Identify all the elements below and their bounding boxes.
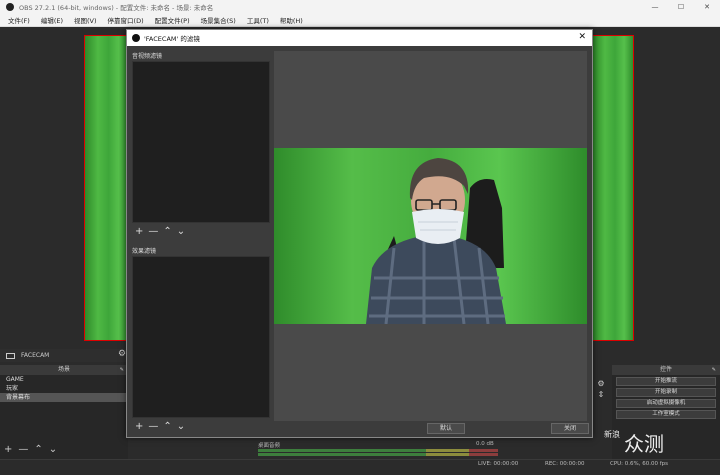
effect-filters-list[interactable] bbox=[132, 256, 270, 418]
scenes-toolbar: + — ⌃ ⌄ bbox=[4, 445, 57, 455]
obs-title-bar: OBS 27.2.1 (64-bit, windows) - 配置文件: 未命名… bbox=[0, 0, 720, 14]
move-scene-down-button[interactable]: ⌄ bbox=[49, 445, 57, 455]
effect-filters-toolbar: + — ⌃ ⌄ bbox=[135, 422, 185, 432]
menu-tools[interactable]: 工具(T) bbox=[247, 15, 269, 25]
minimize-icon[interactable]: — bbox=[642, 0, 668, 14]
av-filters-toolbar: + — ⌃ ⌄ bbox=[135, 227, 185, 237]
volume-meter-left bbox=[258, 449, 498, 452]
obs-logo-icon bbox=[6, 3, 14, 11]
move-filter-up-button[interactable]: ⌃ bbox=[163, 227, 171, 237]
menu-file[interactable]: 文件(F) bbox=[8, 15, 30, 25]
close-icon[interactable]: ✕ bbox=[694, 0, 720, 14]
menu-docks[interactable]: 停靠窗口(D) bbox=[108, 15, 144, 25]
menu-scene-collection[interactable]: 场景集合(S) bbox=[201, 15, 236, 25]
window-controls: — ☐ ✕ bbox=[642, 0, 720, 14]
gear-icon[interactable]: ⚙ bbox=[118, 349, 126, 359]
maximize-icon[interactable]: ☐ bbox=[668, 0, 694, 14]
window-title: OBS 27.2.1 (64-bit, windows) - 配置文件: 未命名… bbox=[19, 4, 214, 12]
watermark-logo: 新浪 bbox=[604, 430, 620, 439]
start-virtual-camera-button[interactable]: 启动虚拟摄像机 bbox=[616, 399, 716, 408]
filters-dialog: 'FACECAM' 的滤镜 ✕ 音视频滤镜 + — ⌃ ⌄ 效果滤镜 + — ⌃… bbox=[126, 29, 593, 438]
add-effect-button[interactable]: + bbox=[135, 422, 143, 432]
close-icon[interactable]: ✕ bbox=[578, 32, 586, 42]
camera-icon bbox=[6, 352, 15, 359]
watermark-text: 众测 bbox=[624, 432, 664, 456]
dialog-title-bar: 'FACECAM' 的滤镜 bbox=[127, 30, 592, 46]
move-scene-up-button[interactable]: ⌃ bbox=[34, 445, 42, 455]
scene-item-game[interactable]: GAME bbox=[0, 375, 128, 384]
add-filter-button[interactable]: + bbox=[135, 227, 143, 237]
transition-controls: ⚙ ⇕ bbox=[594, 378, 608, 400]
rec-timer: REC: 00:00:00 bbox=[545, 461, 585, 467]
close-button[interactable]: 关闭 bbox=[551, 423, 589, 434]
source-properties-bar: FACECAM bbox=[0, 349, 128, 362]
remove-scene-button[interactable]: — bbox=[18, 445, 28, 455]
gear-icon[interactable]: ⚙ bbox=[594, 378, 608, 389]
volume-meter-right bbox=[258, 453, 498, 456]
controls-header: 控件 ✎ bbox=[612, 365, 720, 375]
menu-view[interactable]: 视图(V) bbox=[74, 15, 97, 25]
mixer-channel-label: 桌面音频 bbox=[258, 443, 281, 449]
move-filter-down-button[interactable]: ⌄ bbox=[177, 227, 185, 237]
move-effect-up-button[interactable]: ⌃ bbox=[163, 422, 171, 432]
menu-profile[interactable]: 配置文件(P) bbox=[155, 15, 190, 25]
remove-filter-button[interactable]: — bbox=[148, 227, 158, 237]
facecam-preview bbox=[274, 148, 587, 324]
obs-logo-icon bbox=[132, 34, 140, 42]
mixer-db-value: 0.0 dB bbox=[476, 441, 494, 447]
dock-float-icon[interactable]: ✎ bbox=[120, 365, 124, 375]
dock-float-icon[interactable]: ✎ bbox=[712, 365, 716, 375]
scene-item-backdrop[interactable]: 背景幕布 bbox=[0, 393, 128, 402]
spinner-icon[interactable]: ⇕ bbox=[594, 389, 608, 400]
remove-effect-button[interactable]: — bbox=[148, 422, 158, 432]
menu-help[interactable]: 帮助(H) bbox=[280, 15, 303, 25]
add-scene-button[interactable]: + bbox=[4, 445, 12, 455]
start-streaming-button[interactable]: 开始推流 bbox=[616, 377, 716, 386]
av-filters-list[interactable] bbox=[132, 61, 270, 223]
effect-filters-label: 效果滤镜 bbox=[132, 248, 157, 255]
menu-edit[interactable]: 编辑(E) bbox=[41, 15, 63, 25]
cpu-usage: CPU: 0.6%, 60.00 fps bbox=[610, 461, 669, 467]
scene-item-player[interactable]: 玩家 bbox=[0, 384, 128, 393]
av-filters-label: 音视频滤镜 bbox=[132, 53, 163, 60]
green-screen-preview-left bbox=[84, 35, 129, 341]
studio-mode-button[interactable]: 工作室模式 bbox=[616, 410, 716, 419]
scenes-header: 场景 ✎ bbox=[0, 365, 128, 375]
move-effect-down-button[interactable]: ⌄ bbox=[177, 422, 185, 432]
dialog-title: 'FACECAM' 的滤镜 bbox=[144, 35, 200, 43]
default-button[interactable]: 默认 bbox=[427, 423, 465, 434]
green-screen-preview-right bbox=[592, 35, 634, 341]
live-timer: LIVE: 00:00:00 bbox=[478, 461, 519, 467]
person-figure bbox=[366, 158, 506, 324]
menu-bar: 文件(F) 编辑(E) 视图(V) 停靠窗口(D) 配置文件(P) 场景集合(S… bbox=[0, 14, 720, 27]
source-name: FACECAM bbox=[21, 352, 50, 359]
start-recording-button[interactable]: 开始录制 bbox=[616, 388, 716, 397]
face-mask bbox=[412, 209, 464, 244]
